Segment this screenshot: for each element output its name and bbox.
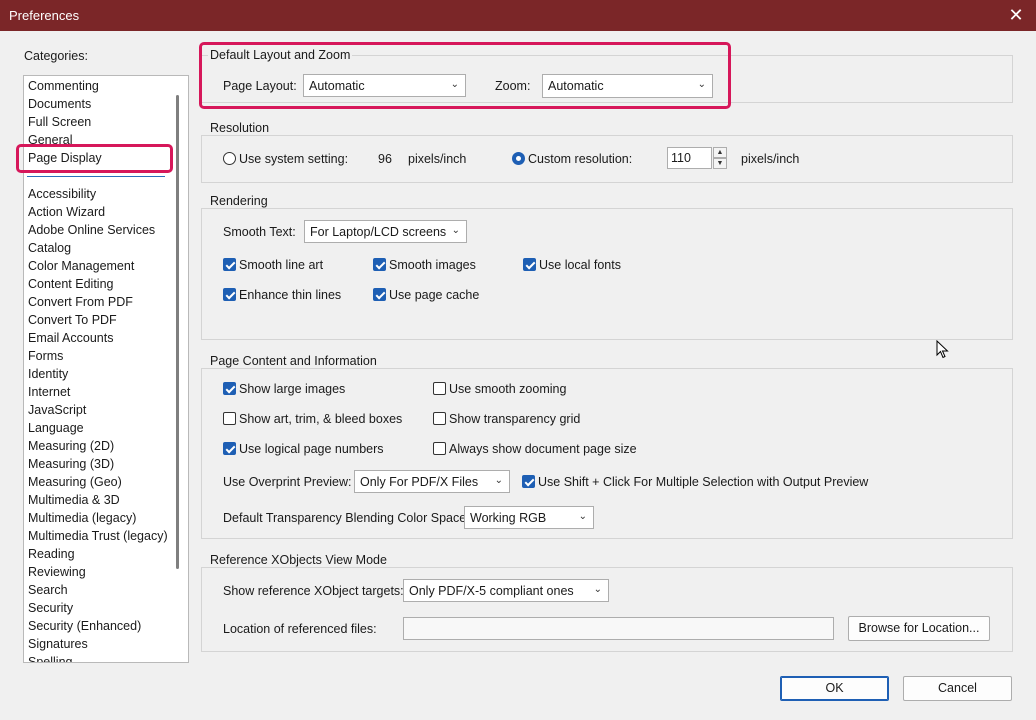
category-item[interactable]: Signatures [28, 637, 88, 651]
window-title: Preferences [9, 8, 80, 23]
use-page-cache-label: Use page cache [389, 288, 480, 302]
location-input[interactable] [403, 617, 834, 640]
custom-resolution-label: Custom resolution: [528, 152, 633, 166]
close-icon[interactable]: ✕ [996, 0, 1036, 31]
category-separator [27, 176, 165, 177]
category-item[interactable]: Accessibility [28, 187, 96, 201]
category-item[interactable]: Multimedia Trust (legacy) [28, 529, 168, 543]
smooth-images-label: Smooth images [389, 258, 476, 272]
blending-space-label: Default Transparency Blending Color Spac… [223, 511, 470, 525]
category-item[interactable]: Catalog [28, 241, 71, 255]
custom-resolution-value: 110 [671, 151, 691, 165]
shift-click-checkbox[interactable] [522, 475, 535, 488]
show-art-trim-label: Show art, trim, & bleed boxes [239, 412, 403, 426]
blending-space-value: Working RGB [470, 511, 547, 525]
overprint-preview-label: Use Overprint Preview: [223, 475, 352, 489]
category-item[interactable]: Convert From PDF [28, 295, 133, 309]
category-item[interactable]: Reviewing [28, 565, 86, 579]
chevron-down-icon: ⌄ [578, 511, 587, 522]
smooth-line-art-label: Smooth line art [239, 258, 324, 272]
enhance-thin-lines-label: Enhance thin lines [239, 288, 342, 302]
category-item[interactable]: Security (Enhanced) [28, 619, 141, 633]
category-item[interactable]: Convert To PDF [28, 313, 117, 327]
category-item[interactable]: Multimedia (legacy) [28, 511, 136, 525]
use-local-fonts-checkbox[interactable] [523, 258, 536, 271]
category-item[interactable]: Email Accounts [28, 331, 113, 345]
smooth-text-select[interactable]: For Laptop/LCD screens ⌄ [304, 220, 467, 243]
location-label: Location of referenced files: [223, 622, 377, 636]
show-large-images-checkbox[interactable] [223, 382, 236, 395]
chevron-down-icon: ⌄ [451, 225, 460, 236]
chevron-down-icon: ⌄ [593, 584, 602, 595]
ok-button[interactable]: OK [780, 676, 889, 701]
category-item[interactable]: Forms [28, 349, 63, 363]
overprint-preview-select[interactable]: Only For PDF/X Files ⌄ [354, 470, 510, 493]
category-item-documents[interactable]: Documents [28, 97, 91, 111]
category-item[interactable]: Measuring (3D) [28, 457, 114, 471]
category-item[interactable]: Color Management [28, 259, 134, 273]
category-item[interactable]: Search [28, 583, 68, 597]
spin-up-icon[interactable]: ▲ [713, 147, 727, 158]
custom-resolution-unit: pixels/inch [741, 152, 800, 166]
custom-resolution-input[interactable]: 110 [667, 147, 712, 169]
categories-scrollbar[interactable] [176, 95, 179, 569]
category-item[interactable]: Action Wizard [28, 205, 105, 219]
use-smooth-zooming-checkbox[interactable] [433, 382, 446, 395]
mouse-cursor-icon [936, 340, 949, 359]
use-smooth-zooming-label: Use smooth zooming [449, 382, 567, 396]
show-transparency-grid-checkbox[interactable] [433, 412, 446, 425]
category-item[interactable]: Multimedia & 3D [28, 493, 120, 507]
xobject-targets-value: Only PDF/X-5 compliant ones [409, 584, 574, 598]
smooth-images-checkbox[interactable] [373, 258, 386, 271]
category-item[interactable]: Language [28, 421, 84, 435]
system-setting-radio[interactable] [223, 152, 236, 165]
shift-click-label: Use Shift + Click For Multiple Selection… [538, 475, 869, 489]
blending-space-select[interactable]: Working RGB ⌄ [464, 506, 594, 529]
custom-resolution-radio[interactable] [512, 152, 525, 165]
page-content-title: Page Content and Information [208, 354, 379, 368]
cancel-button[interactable]: Cancel [903, 676, 1012, 701]
category-item[interactable]: Security [28, 601, 73, 615]
title-bar: Preferences ✕ [0, 0, 1036, 31]
category-item[interactable]: Measuring (2D) [28, 439, 114, 453]
use-logical-page-numbers-checkbox[interactable] [223, 442, 236, 455]
category-item[interactable]: Content Editing [28, 277, 113, 291]
smooth-text-value: For Laptop/LCD screens [310, 225, 447, 239]
category-item[interactable]: Measuring (Geo) [28, 475, 122, 489]
system-resolution-value: 96 [378, 152, 392, 166]
system-setting-label: Use system setting: [239, 152, 349, 166]
use-local-fonts-label: Use local fonts [539, 258, 621, 272]
show-transparency-grid-label: Show transparency grid [449, 412, 581, 426]
use-page-cache-checkbox[interactable] [373, 288, 386, 301]
smooth-text-label: Smooth Text: [223, 225, 296, 239]
enhance-thin-lines-checkbox[interactable] [223, 288, 236, 301]
xobject-targets-label: Show reference XObject targets: [223, 584, 404, 598]
spin-down-icon[interactable]: ▼ [713, 158, 727, 169]
chevron-down-icon: ⌄ [494, 475, 503, 486]
category-item[interactable]: Identity [28, 367, 68, 381]
category-item[interactable]: Adobe Online Services [28, 223, 155, 237]
category-item[interactable]: Spelling [28, 655, 72, 662]
always-show-page-size-checkbox[interactable] [433, 442, 446, 455]
layout-zoom-highlight [199, 42, 731, 109]
category-item-full-screen[interactable]: Full Screen [28, 115, 91, 129]
system-resolution-unit: pixels/inch [408, 152, 467, 166]
xobject-targets-select[interactable]: Only PDF/X-5 compliant ones ⌄ [403, 579, 609, 602]
use-logical-page-numbers-label: Use logical page numbers [239, 442, 384, 456]
page-display-highlight [16, 144, 173, 173]
overprint-preview-value: Only For PDF/X Files [360, 475, 479, 489]
category-item-commenting[interactable]: Commenting [28, 79, 99, 93]
category-item[interactable]: JavaScript [28, 403, 86, 417]
rendering-title: Rendering [208, 194, 270, 208]
categories-label: Categories: [24, 49, 88, 63]
category-item[interactable]: Reading [28, 547, 75, 561]
show-art-trim-checkbox[interactable] [223, 412, 236, 425]
category-item[interactable]: Internet [28, 385, 70, 399]
always-show-page-size-label: Always show document page size [449, 442, 637, 456]
browse-location-button[interactable]: Browse for Location... [848, 616, 990, 641]
smooth-line-art-checkbox[interactable] [223, 258, 236, 271]
resolution-title: Resolution [208, 121, 272, 135]
xobjects-title: Reference XObjects View Mode [208, 553, 389, 567]
show-large-images-label: Show large images [239, 382, 346, 396]
